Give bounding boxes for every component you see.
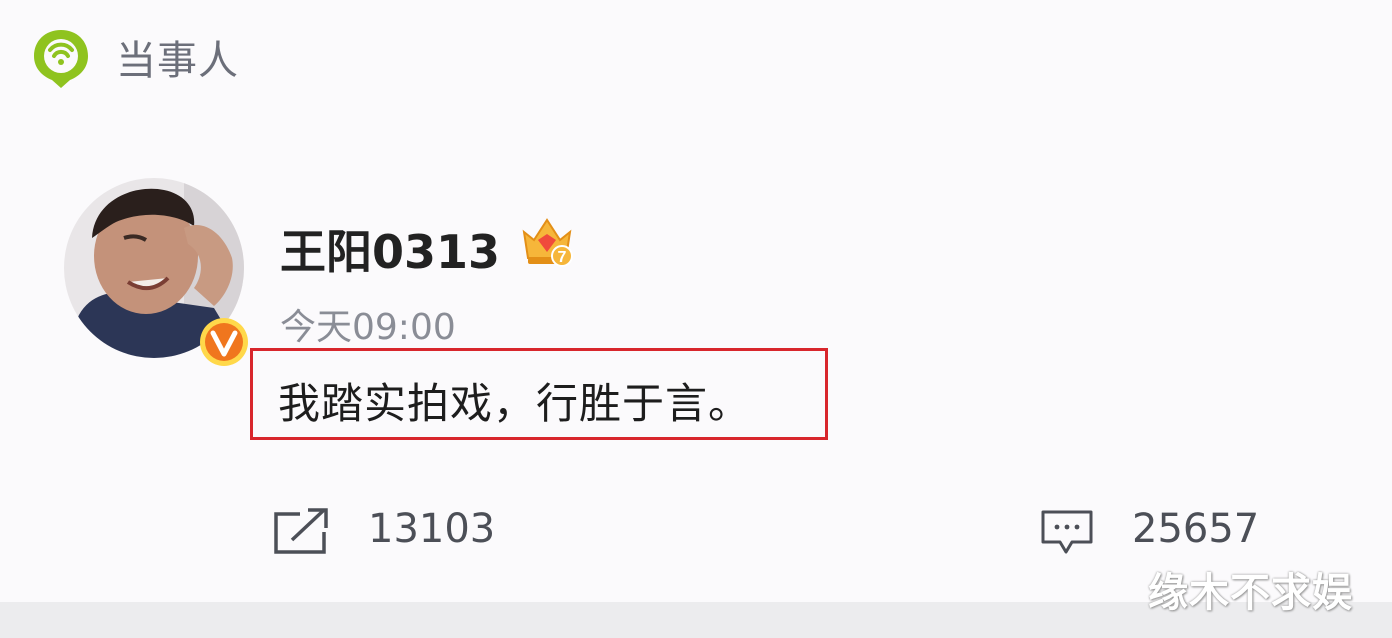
post-time: 今天09:00 xyxy=(280,307,456,348)
username[interactable]: 王阳0313 xyxy=(280,216,500,282)
share-icon[interactable] xyxy=(272,506,330,556)
comment-icon[interactable] xyxy=(1040,508,1094,556)
green-topic-bubble-icon xyxy=(34,30,88,88)
member-level: 7 xyxy=(558,249,567,266)
weibo-post-card: 当事人 王阳0313 7 今天09:00 我踏实拍戏，行胜于言。 13103 2… xyxy=(0,0,1392,602)
crown-level-7-icon: 7 xyxy=(522,218,573,267)
comment-count[interactable]: 25657 xyxy=(1132,506,1259,552)
watermark: 缘木不求娱 xyxy=(1148,570,1353,616)
orange-v-badge-icon xyxy=(200,318,248,366)
post-text: 我踏实拍戏，行胜于言。 xyxy=(278,379,752,428)
share-count[interactable]: 13103 xyxy=(368,506,495,552)
topic-label[interactable]: 当事人 xyxy=(116,28,239,86)
